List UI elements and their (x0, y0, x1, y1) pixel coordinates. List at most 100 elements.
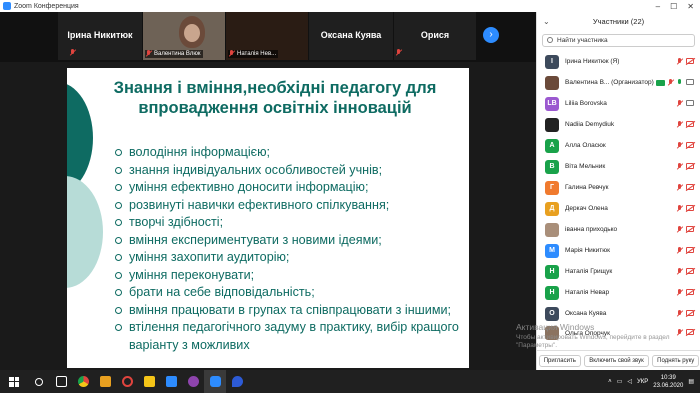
muted-mic-icon[interactable] (677, 142, 683, 149)
participant-name: Марія Никитюк (565, 247, 610, 254)
participant-name: Деркач Олена (565, 205, 608, 212)
participant-caption: Валентина Влюк (145, 50, 203, 58)
muted-mic-icon[interactable] (677, 184, 683, 191)
participant-row[interactable]: Г Галина Ревчук (537, 177, 700, 198)
video-tile[interactable]: Валентина Влюк (143, 12, 225, 60)
video-off-icon (686, 205, 694, 211)
slide-bullet: вміння експериментувати з новими ідеями; (115, 232, 463, 250)
video-off-icon (686, 58, 694, 64)
participant-caption: Наталія Нев... (228, 50, 279, 58)
video-off-icon (686, 268, 694, 274)
start-button[interactable] (0, 370, 28, 393)
opera-icon[interactable] (116, 370, 138, 393)
slide-bullet: вміння працювати в групах та співпрацюва… (115, 302, 463, 320)
volume-icon[interactable]: ◁ (627, 378, 632, 385)
notifications-icon[interactable]: ▤ (688, 378, 694, 385)
participant-row[interactable]: Н Наталія Грищук (537, 261, 700, 282)
task-view-icon[interactable] (50, 370, 72, 393)
muted-mic-icon[interactable] (677, 205, 683, 212)
next-page-button[interactable]: › (483, 27, 499, 43)
participant-row[interactable]: LB Liliia Borovska (537, 93, 700, 114)
muted-mic-icon (70, 49, 76, 56)
muted-mic-icon[interactable] (677, 226, 683, 233)
slide-bullet-list: володіння інформацією; знання індивідуал… (115, 144, 463, 354)
keyboard-language[interactable]: УКР (637, 379, 648, 385)
participant-name: Наталія Нев... (237, 51, 277, 57)
muted-mic-icon[interactable] (677, 163, 683, 170)
participant-row[interactable]: І Ірина Никитюк (Я) (537, 51, 700, 72)
search-icon[interactable] (28, 370, 50, 393)
participant-video (179, 16, 205, 48)
slide-bullet: уміння переконувати; (115, 267, 463, 285)
muted-mic-icon[interactable] (677, 100, 683, 107)
video-tile[interactable]: Ірина Никитюк (58, 12, 142, 60)
avatar (545, 117, 559, 132)
muted-mic-icon[interactable] (677, 121, 683, 128)
minimize-button[interactable]: – (656, 2, 660, 11)
video-strip: Ірина Никитюк Валентина Влюк Наталія Нев… (0, 12, 536, 62)
participant-name: іванна приходько (565, 226, 618, 233)
muted-mic-icon[interactable] (677, 58, 683, 65)
chevron-down-icon[interactable]: ⌄ (543, 12, 550, 32)
participant-name: Наталія Грищук (565, 268, 613, 275)
video-off-icon (686, 247, 694, 253)
participant-name: Галина Ревчук (565, 184, 609, 191)
participant-name: Наталія Невар (565, 289, 610, 296)
raise-hand-button[interactable]: Поднять руку (652, 354, 700, 367)
participant-row[interactable]: Валентина В... (Организатор) (537, 72, 700, 93)
participant-row[interactable]: О Оксана Куява (537, 303, 700, 324)
muted-mic-icon[interactable] (677, 247, 683, 254)
participant-name: Liliia Borovska (565, 100, 607, 107)
mail-icon[interactable] (160, 370, 182, 393)
clock[interactable]: 10:39 23.06.2020 (653, 374, 683, 390)
slide-bullet: уміння захопити аудиторію; (115, 249, 463, 267)
panel-footer: Пригласить Включить свой звук Поднять ру… (537, 350, 700, 370)
activation-watermark-detail: Чтобы активировать Windows, перейдите в … (516, 334, 670, 349)
participant-name: Алла Оласюк (565, 142, 606, 149)
participant-row[interactable]: М Марія Никитюк (537, 240, 700, 261)
network-icon[interactable]: ▭ (617, 378, 623, 385)
viber-icon[interactable] (182, 370, 204, 393)
unmute-me-button[interactable]: Включить свой звук (584, 354, 649, 367)
search-placeholder: Найти участника (557, 37, 608, 44)
activation-watermark: Активация Windows (516, 322, 595, 332)
participant-row[interactable]: Н Наталія Невар (537, 282, 700, 303)
video-tile[interactable]: Оксана Куява (309, 12, 399, 60)
maximize-button[interactable]: ☐ (670, 2, 677, 11)
video-off-icon (686, 121, 694, 127)
windows-taskbar: ˄ ▭ ◁ УКР 10:39 23.06.2020 ▤ (0, 370, 700, 393)
participant-row[interactable]: В Віта Мельник (537, 156, 700, 177)
muted-mic-icon[interactable] (677, 310, 683, 317)
participant-row[interactable]: Д Деркач Олена (537, 198, 700, 219)
invite-button[interactable]: Пригласить (538, 354, 581, 367)
slide-bullet: розвинуті навички ефективного спілкуванн… (115, 197, 463, 215)
video-tile[interactable]: Орися (394, 12, 476, 60)
video-tile[interactable]: Наталія Нев... (226, 12, 308, 60)
mic-icon (146, 50, 152, 57)
shared-slide: Знання і вміння,необхідні педагогу для в… (67, 68, 469, 368)
window-title: Zoom Конференция (14, 2, 79, 10)
participant-row[interactable]: Nadiia Demydiuk (537, 114, 700, 135)
slide-title: Знання і вміння,необхідні педагогу для в… (113, 79, 437, 117)
participant-search-input[interactable]: Найти участника (542, 34, 695, 47)
avatar: Н (545, 264, 559, 279)
muted-mic-icon[interactable] (668, 79, 674, 86)
participant-name: Nadiia Demydiuk (565, 121, 615, 128)
participant-row[interactable]: іванна приходько (537, 219, 700, 240)
zoom-taskbar-icon[interactable] (204, 370, 226, 393)
muted-mic-icon[interactable] (677, 268, 683, 275)
mic-icon (677, 79, 683, 86)
chevron-up-icon[interactable]: ˄ (608, 379, 612, 385)
explorer-icon[interactable] (138, 370, 160, 393)
muted-mic-icon[interactable] (677, 289, 683, 296)
chrome-icon[interactable] (72, 370, 94, 393)
video-off-icon (686, 289, 694, 295)
close-button[interactable]: ✕ (687, 2, 694, 11)
store-icon[interactable] (94, 370, 116, 393)
participant-row[interactable]: А Алла Оласюк (537, 135, 700, 156)
slide-bullet: уміння ефективно доносити інформацію; (115, 179, 463, 197)
avatar (545, 75, 559, 90)
app-icon[interactable] (226, 370, 248, 393)
slide-decoration (67, 176, 103, 288)
video-off-icon (686, 142, 694, 148)
